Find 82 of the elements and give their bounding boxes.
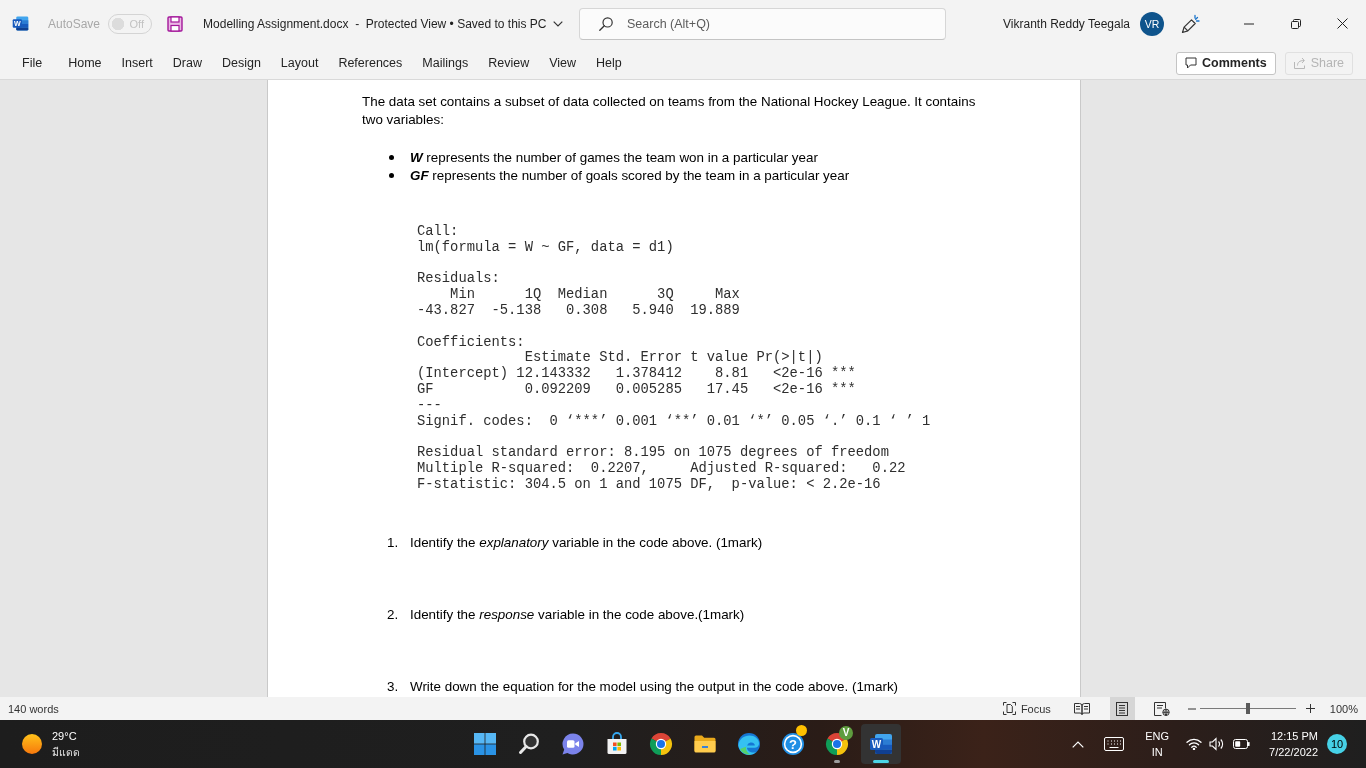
chevron-down-icon[interactable] — [552, 20, 563, 27]
ribbon-tab[interactable]: View — [539, 47, 587, 79]
code-line: Residuals: — [417, 271, 500, 287]
user-name: Vikranth Reddy Teegala — [1003, 16, 1130, 31]
ribbon-tab[interactable]: Insert — [111, 47, 163, 79]
temperature: 29°C — [52, 729, 78, 744]
question-number: 1. — [387, 533, 400, 552]
search-icon — [599, 16, 613, 31]
ribbon-tab[interactable]: Review — [478, 47, 540, 79]
code-line: Residual standard error: 8.195 on 1075 degrees of freedom — [417, 445, 889, 461]
zoom-level[interactable]: 100% — [1329, 702, 1366, 715]
code-line: Estimate Std. Error t value Pr(>|t|) — [523, 350, 823, 367]
clock-date[interactable]: 7/22/2022 — [1269, 744, 1318, 760]
wifi-icon[interactable] — [1186, 738, 1203, 750]
code-line: Call: — [417, 224, 459, 240]
focus-button[interactable]: Focus — [1002, 702, 1051, 715]
language-code[interactable]: ENG — [1145, 728, 1170, 744]
ribbon-tab[interactable]: Home — [58, 47, 112, 79]
close-icon[interactable] — [1337, 18, 1348, 29]
code-line: --- — [417, 397, 442, 414]
code-line: GF 0.092209 0.005285 17.45 <2e-16 *** — [417, 381, 856, 398]
pen-sparkle-icon[interactable] — [1180, 13, 1200, 34]
notification-badge[interactable]: 10 — [1327, 734, 1347, 754]
code-line: Signif. codes: 0 ‘***’ 0.001 ‘**’ 0.01 ‘*’ 0.05 ‘.’ 0.1 ‘ ’ 1 — [417, 413, 931, 430]
ribbon-tab[interactable]: Help — [586, 47, 632, 79]
share-icon — [1293, 57, 1306, 69]
region-code[interactable]: IN — [1151, 744, 1163, 760]
code-line: F-statistic: 304.5 on 1 and 1075 DF, p-value: < 2.2e-16 — [417, 476, 881, 493]
ribbon-tab[interactable]: Mailings — [412, 47, 479, 79]
battery-icon[interactable] — [1233, 739, 1251, 749]
bullet-text: W represents the number of games the team won in a particular year — [410, 149, 818, 165]
speaker-icon[interactable] — [1209, 737, 1226, 751]
code-line: lm(formula = W ~ GF, data = d1) — [417, 239, 674, 256]
ribbon-tab[interactable]: File — [12, 47, 53, 79]
question-text: Write down the equation for the model using the output in the code above. (1mark) — [410, 677, 899, 696]
profile-badge: V — [839, 726, 853, 740]
ribbon-tab[interactable]: Draw — [162, 47, 212, 79]
code-line: Multiple R-squared: 0.2207, Adjusted R-squared: 0.22 — [417, 460, 906, 477]
open-book-icon — [1074, 702, 1091, 715]
focus-icon — [1002, 702, 1016, 715]
swirl-icon[interactable] — [737, 732, 761, 756]
ribbon-tab[interactable]: Layout — [270, 47, 329, 79]
restore-icon[interactable] — [1290, 18, 1301, 29]
zoom-out-icon[interactable] — [1187, 707, 1196, 710]
zoom-in-icon[interactable] — [1305, 704, 1315, 713]
word-count[interactable]: 140 words — [0, 702, 59, 715]
document-title: Modelling Assignment.docx - Protected View • Saved to this PC — [203, 16, 547, 31]
page-globe-icon — [1154, 701, 1171, 716]
search-field[interactable]: Search (Alt+Q) — [579, 7, 946, 40]
minimize-icon[interactable] — [1243, 22, 1254, 25]
code-line: Coefficients: — [417, 334, 525, 351]
user-avatar[interactable]: VR — [1140, 11, 1164, 36]
question-text: Identify the explanatory variable in the code above. (1mark) — [410, 533, 763, 552]
autosave-label: AutoSave — [48, 16, 101, 31]
keyboard-icon[interactable] — [1104, 737, 1125, 751]
code-line: Min 1Q Median 3Q Max — [449, 287, 740, 303]
view-mode-button[interactable] — [1109, 697, 1135, 720]
comments-button[interactable]: Comments — [1176, 51, 1276, 75]
ribbon-tab[interactable]: Design — [211, 47, 271, 79]
chevron-up-icon[interactable] — [1072, 740, 1085, 748]
ribbon-tab[interactable]: References — [328, 47, 413, 79]
intro-paragraph: The data set contains a subset of data collected on teams from the National Hockey League. It contains two variables: — [362, 93, 977, 129]
question-text: Identify the response variable in the code above.(1mark) — [410, 605, 745, 624]
sun-icon[interactable] — [22, 734, 42, 754]
page-lines-icon — [1116, 701, 1129, 716]
bullet-icon — [389, 172, 394, 178]
code-line: -43.827 -5.138 0.308 5.940 19.889 — [417, 303, 740, 319]
video-chat-icon[interactable] — [561, 732, 585, 756]
bullet-text: GF represents the number of goals scored by the team in a particular year — [410, 167, 850, 183]
speech-bubble-icon — [1185, 57, 1198, 69]
active-app-tile[interactable]: W — [861, 724, 901, 764]
shopping-bag-icon[interactable] — [605, 732, 629, 756]
color-wheel-icon[interactable] — [649, 732, 673, 756]
clock-time[interactable]: 12:15 PM — [1270, 728, 1318, 744]
search-icon[interactable] — [517, 732, 541, 756]
four-squares-icon[interactable] — [473, 732, 497, 756]
question-number: 2. — [387, 605, 400, 624]
weather-condition: มีแดด — [52, 745, 80, 760]
question-number: 3. — [387, 677, 400, 696]
bullet-icon — [389, 154, 394, 160]
zoom-slider-thumb[interactable] — [1245, 703, 1250, 714]
code-line: (Intercept) 12.143332 1.378412 8.81 <2e-16 *** — [417, 366, 856, 382]
